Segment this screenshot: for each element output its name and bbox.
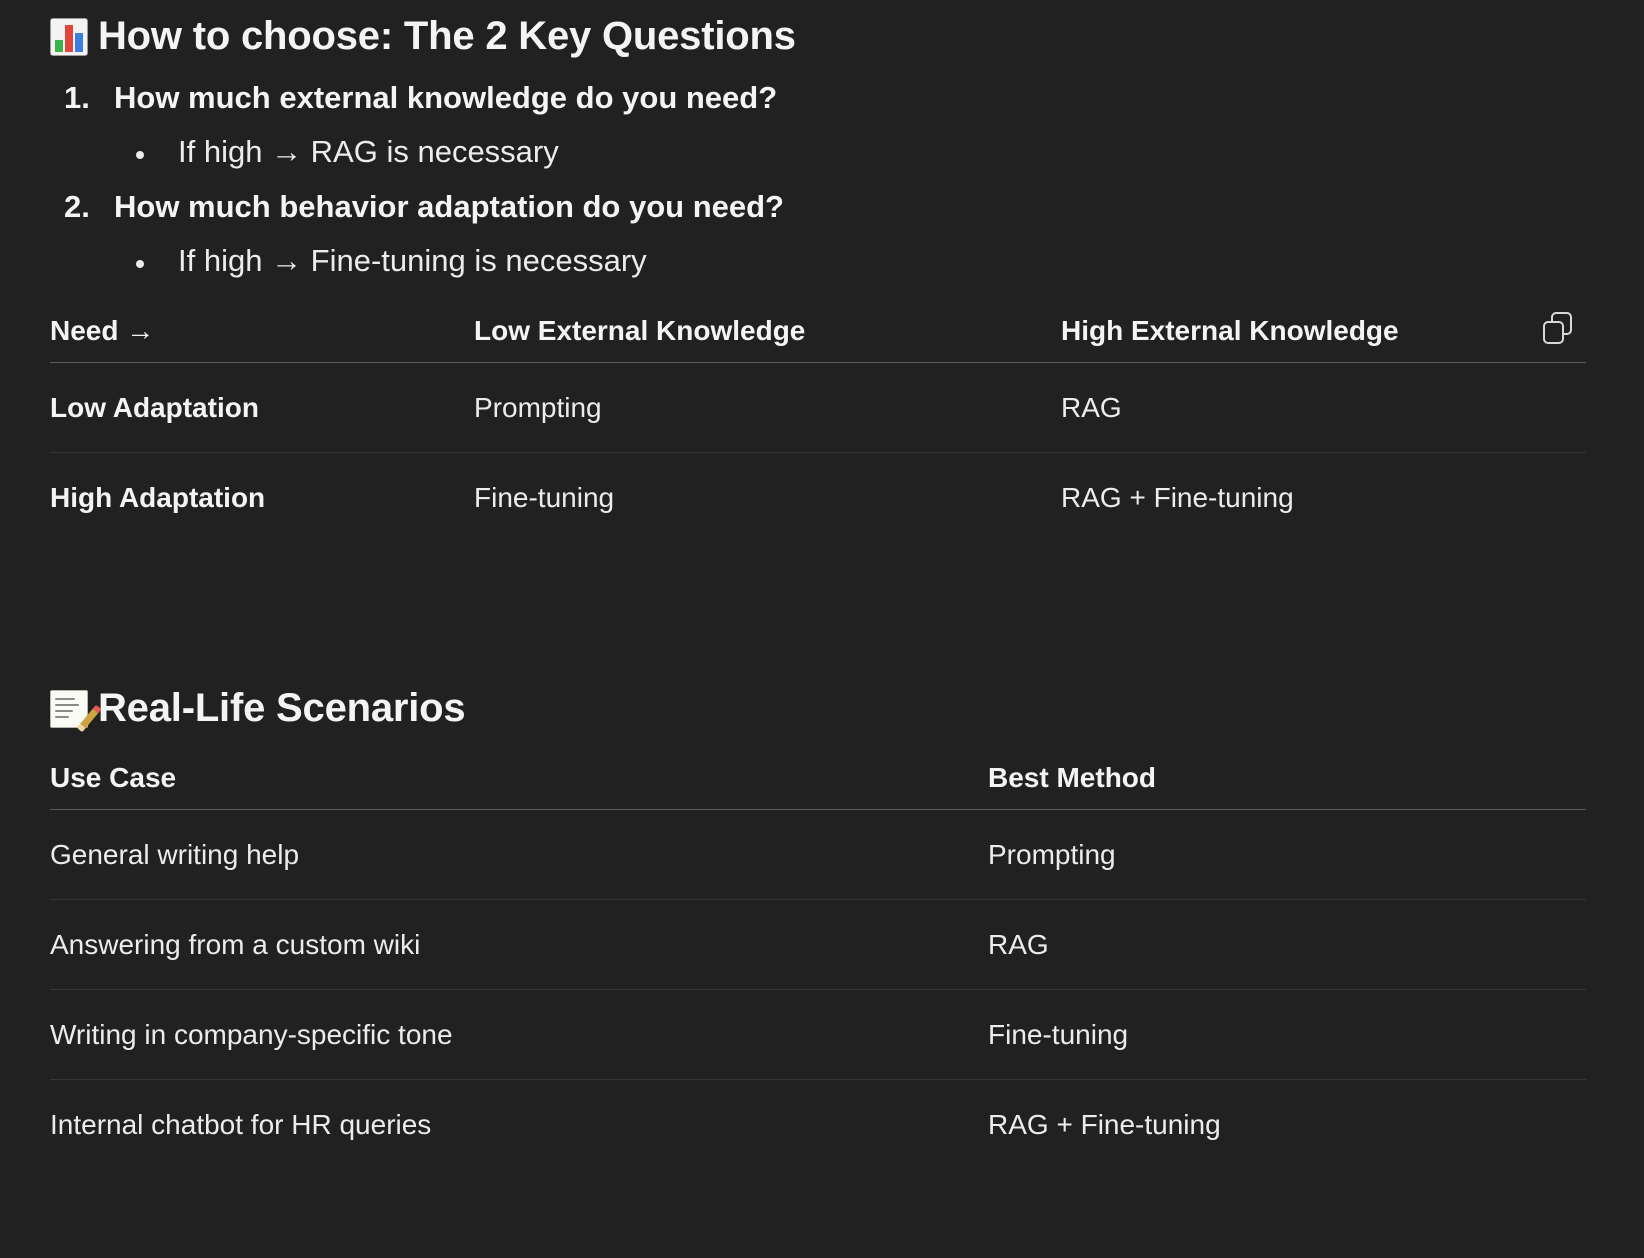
table-row: Low Adaptation Prompting RAG [50, 362, 1586, 453]
question-subpoint: If high → RAG is necessary [178, 134, 559, 169]
header-cell: Low External Knowledge [474, 300, 1061, 363]
header-cell: High External Knowledge [1061, 300, 1586, 363]
decision-matrix-table: Need → Low External Knowledge High Exter… [50, 300, 1586, 542]
table-row: High Adaptation Fine-tuning RAG + Fine-t… [50, 453, 1586, 543]
question-text: How much external knowledge do you need? [114, 80, 778, 115]
table-cell: RAG [988, 899, 1586, 990]
bullet-dot [136, 151, 144, 159]
table-row: Internal chatbot for HR queries RAG + Fi… [50, 1080, 1586, 1170]
header-cell: Best Method [988, 747, 1586, 810]
table-header-row: Use Case Best Method [50, 747, 1586, 810]
table-cell: Prompting [474, 362, 1061, 453]
table-cell: RAG [1061, 362, 1586, 453]
copy-icon[interactable] [1538, 308, 1578, 348]
row-header-cell: High Adaptation [50, 481, 266, 513]
table-cell: Prompting [988, 809, 1586, 900]
table-cell: Answering from a custom wiki [50, 899, 988, 990]
table-row: Writing in company-specific tone Fine-tu… [50, 989, 1586, 1080]
table-cell: General writing help [50, 809, 988, 900]
question-subpoint: If high → Fine-tuning is necessary [178, 243, 647, 278]
table-cell: Fine-tuning [474, 481, 615, 513]
table-cell: Internal chatbot for HR queries [50, 1108, 432, 1140]
table-cell: Fine-tuning [988, 989, 1586, 1080]
section-heading-real-life-scenarios: Real-Life Scenarios [50, 686, 466, 732]
section-heading-how-to-choose: How to choose: The 2 Key Questions [50, 14, 796, 59]
table-header-row: Need → Low External Knowledge High Exter… [50, 300, 1586, 363]
question-number: 2. [64, 189, 90, 224]
table-cell: Writing in company-specific tone [50, 989, 988, 1080]
header-cell: Use Case [50, 747, 988, 810]
memo-icon [50, 689, 102, 732]
bar-chart-icon [50, 17, 88, 56]
table-row: General writing help Prompting [50, 809, 1586, 900]
table-cell: RAG + Fine-tuning [988, 1108, 1221, 1140]
table-row: Answering from a custom wiki RAG [50, 899, 1586, 990]
question-text: How much behavior adaptation do you need… [114, 189, 784, 224]
row-header-cell: Low Adaptation [50, 362, 474, 453]
table-cell: RAG + Fine-tuning [1061, 481, 1294, 513]
scenarios-table: Use Case Best Method General writing hel… [50, 747, 1586, 1169]
section-title: How to choose: The 2 Key Questions [98, 14, 796, 58]
section-title: Real-Life Scenarios [98, 686, 466, 730]
header-cell: Need → [50, 300, 474, 363]
question-number: 1. [64, 80, 90, 115]
bullet-dot [136, 260, 144, 268]
